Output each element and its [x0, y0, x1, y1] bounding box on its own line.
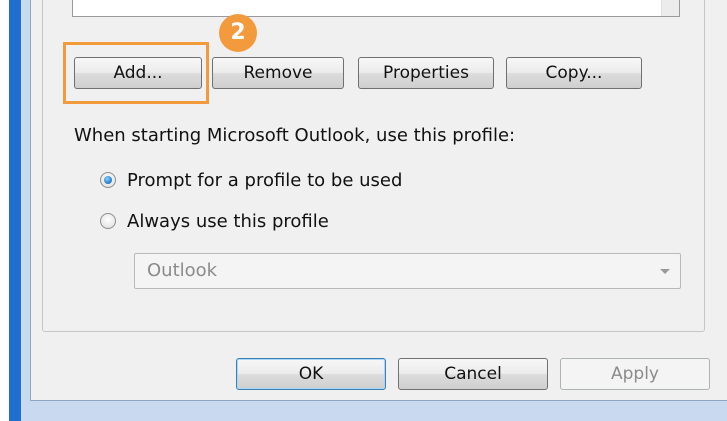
startup-profile-label: When starting Microsoft Outlook, use thi…	[74, 125, 516, 146]
ok-button[interactable]: OK	[236, 358, 386, 390]
prompt-for-profile-radio[interactable]	[100, 172, 116, 188]
window-border	[9, 0, 21, 421]
remove-profile-button[interactable]: Remove	[212, 57, 344, 89]
add-button-highlight	[63, 42, 209, 104]
prompt-for-profile-label: Prompt for a profile to be used	[127, 169, 403, 191]
profile-select: Outlook	[134, 253, 681, 289]
cancel-button[interactable]: Cancel	[398, 358, 548, 390]
always-use-profile-option[interactable]: Always use this profile	[100, 209, 329, 233]
copy-profile-button[interactable]: Copy...	[506, 57, 642, 89]
profile-list-scrollbar[interactable]	[661, 0, 679, 16]
window-left-edge	[0, 0, 9, 421]
apply-button: Apply	[560, 358, 710, 390]
chevron-down-icon	[660, 269, 670, 274]
prompt-for-profile-option[interactable]: Prompt for a profile to be used	[100, 168, 402, 192]
profile-properties-button[interactable]: Properties	[358, 57, 494, 89]
always-use-profile-radio[interactable]	[100, 213, 116, 229]
profile-list[interactable]	[72, 0, 680, 17]
profile-select-value: Outlook	[147, 260, 218, 281]
step-number-badge: 2	[219, 14, 257, 52]
always-use-profile-label: Always use this profile	[127, 210, 329, 232]
